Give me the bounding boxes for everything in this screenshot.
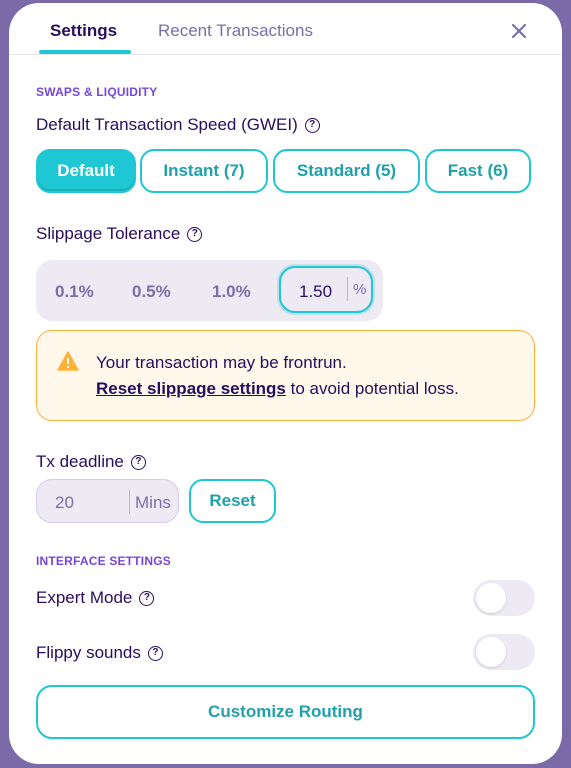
- settings-modal: Settings Recent Transactions SWAPS & LIQ…: [9, 3, 562, 764]
- active-tab-indicator: [39, 50, 131, 54]
- help-icon[interactable]: ?: [187, 226, 203, 242]
- tx-deadline-unit: Mins: [135, 493, 171, 512]
- speed-fast-button[interactable]: Fast (6): [425, 149, 531, 193]
- warning-action-text: Reset slippage settings to avoid potenti…: [96, 379, 459, 399]
- toggle-knob: [476, 637, 506, 667]
- flippy-sounds-row: Flippy sounds ?: [36, 643, 163, 663]
- transaction-speed-title: Default Transaction Speed (GWEI): [36, 115, 298, 134]
- warning-text: Your transaction may be frontrun.: [96, 353, 347, 372]
- slippage-value[interactable]: 1.50: [299, 282, 332, 302]
- toggle-knob: [476, 583, 506, 613]
- speed-default-button[interactable]: Default: [36, 149, 136, 193]
- expert-mode-label: Expert Mode: [36, 588, 133, 607]
- customize-routing-button[interactable]: Customize Routing: [36, 685, 535, 739]
- slippage-selector: 0.1% 0.5% 1.0% 1.50 %: [36, 260, 383, 321]
- frontrun-warning: Your transaction may be frontrun. Reset …: [36, 330, 535, 421]
- tab-recent-transactions[interactable]: Recent Transactions: [158, 21, 313, 41]
- help-icon[interactable]: ?: [147, 645, 163, 661]
- warning-suffix: to avoid potential loss.: [285, 379, 459, 398]
- slippage-option-1-0[interactable]: 1.0%: [212, 282, 251, 302]
- speed-instant-button[interactable]: Instant (7): [140, 149, 268, 193]
- slippage-input[interactable]: 1.50 %: [279, 266, 373, 313]
- flippy-sounds-toggle[interactable]: [473, 634, 535, 670]
- tab-settings[interactable]: Settings: [50, 21, 117, 41]
- transaction-speed-row: Default Transaction Speed (GWEI) ?: [36, 115, 320, 135]
- expert-mode-toggle[interactable]: [473, 580, 535, 616]
- close-button[interactable]: [505, 17, 533, 45]
- tx-deadline-divider: [129, 490, 130, 514]
- slippage-row: Slippage Tolerance ?: [36, 224, 203, 244]
- section-swaps-liquidity: SWAPS & LIQUIDITY: [36, 85, 158, 99]
- tx-deadline-row: Tx deadline ?: [36, 452, 146, 472]
- help-icon[interactable]: ?: [139, 590, 155, 606]
- tab-bar: Settings Recent Transactions: [9, 3, 562, 55]
- tx-deadline-value[interactable]: 20: [55, 493, 74, 513]
- reset-deadline-button[interactable]: Reset: [189, 479, 276, 523]
- slippage-title: Slippage Tolerance: [36, 224, 181, 243]
- reset-slippage-link[interactable]: Reset slippage settings: [96, 379, 286, 398]
- slippage-unit: %: [353, 281, 367, 298]
- warning-icon: [57, 351, 79, 371]
- help-icon[interactable]: ?: [304, 117, 320, 133]
- expert-mode-row: Expert Mode ?: [36, 588, 155, 608]
- tx-deadline-input[interactable]: 20 Mins: [36, 479, 179, 523]
- close-icon: [511, 23, 527, 39]
- slippage-option-0-5[interactable]: 0.5%: [132, 282, 171, 302]
- slippage-divider: [347, 277, 348, 301]
- slippage-option-0-1[interactable]: 0.1%: [55, 282, 94, 302]
- tx-deadline-title: Tx deadline: [36, 452, 124, 471]
- help-icon[interactable]: ?: [130, 454, 146, 470]
- speed-standard-button[interactable]: Standard (5): [273, 149, 420, 193]
- flippy-sounds-label: Flippy sounds: [36, 643, 141, 662]
- section-interface-settings: INTERFACE SETTINGS: [36, 554, 171, 568]
